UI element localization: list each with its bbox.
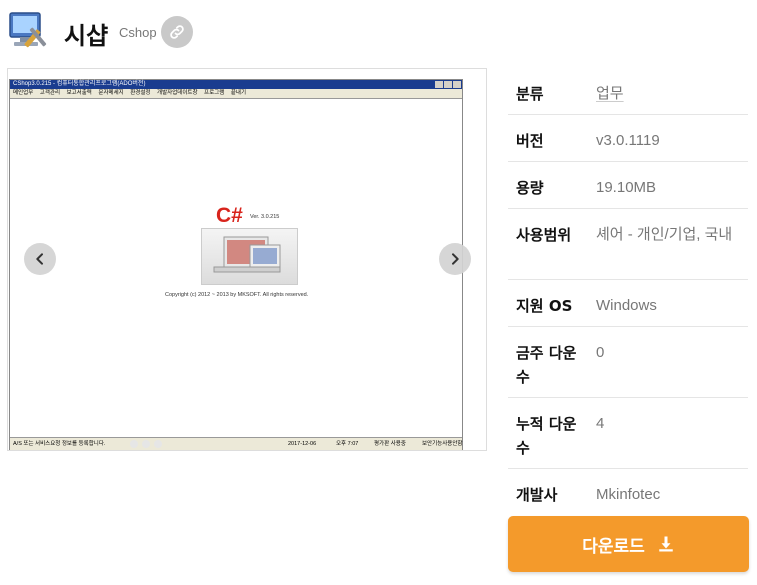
carousel-prev-button[interactable]: [24, 243, 56, 275]
preview-menu-item: 고객관리: [39, 90, 61, 96]
status-date: 2017-12-06: [288, 441, 317, 447]
info-label: 지원 OS: [516, 297, 573, 315]
splash-version: Ver. 3.0.215: [250, 214, 280, 220]
status-security: 보안기능사용안함: [422, 441, 463, 447]
info-value: 4: [596, 415, 605, 432]
window-controls: [435, 81, 461, 88]
info-value: Mkinfotec: [596, 486, 661, 503]
carousel-dot[interactable]: [154, 440, 162, 448]
copy-link-button[interactable]: [161, 16, 193, 48]
splash-laptop-image: [201, 228, 298, 285]
app-subtitle: Cshop: [119, 25, 157, 40]
info-value: v3.0.1119: [596, 132, 660, 149]
preview-window: CShop3.0.215 - 컴퓨터통합관리프로그램(ADO버전) 메인업무 고…: [9, 79, 463, 450]
info-label: 개발사: [516, 486, 558, 504]
info-label: 사용범위: [516, 226, 572, 244]
info-value: 0: [596, 344, 605, 361]
carousel-dot[interactable]: [130, 440, 138, 448]
preview-menu-bar: 메인업무 고객관리 보고서출력 문자메세지 환경설정 개발자업데이트창 프로그램…: [10, 89, 462, 98]
info-row-license: 사용범위 셰어 - 개인/기업, 국내: [508, 209, 748, 280]
preview-menu-item: 문자메세지: [98, 90, 124, 96]
preview-menu-item: 메인업무: [13, 90, 34, 96]
preview-status-bar: A/S 또는 서비스요청 정보를 등록합니다. 2017-12-06 오후 7:…: [10, 437, 462, 450]
category-link[interactable]: 업무: [588, 68, 748, 114]
chevron-left-icon: [36, 253, 43, 265]
info-value: Windows: [596, 297, 657, 314]
app-title: 시샵: [64, 22, 109, 50]
link-icon: [170, 25, 184, 39]
info-value: 셰어 - 개인/기업, 국내: [596, 226, 733, 243]
info-label: 용량: [516, 179, 544, 197]
download-icon: [659, 536, 673, 552]
info-row-version: 버전 v3.0.1119: [508, 115, 748, 162]
status-message: A/S 또는 서비스요청 정보를 등록합니다.: [13, 441, 106, 447]
chevron-right-icon: [452, 253, 459, 265]
info-value: 19.10MB: [596, 179, 657, 196]
download-button[interactable]: 다운로드: [508, 516, 749, 572]
preview-menu-item: 개발자업데이트창: [157, 90, 198, 96]
info-row-os: 지원 OS Windows: [508, 280, 748, 327]
preview-menu-item: 환경설정: [130, 90, 151, 96]
app-icon: [8, 10, 52, 52]
info-row-category: 분류 업무: [508, 68, 748, 115]
carousel-dot[interactable]: [142, 440, 150, 448]
info-label: 버전: [516, 132, 544, 150]
software-info-table: 분류 업무 버전 v3.0.1119 용량 19.10MB 사용범위 셰어 - …: [508, 68, 748, 516]
preview-menu-item: 보고서출력: [66, 90, 92, 96]
info-row-size: 용량 19.10MB: [508, 162, 748, 209]
download-label: 다운로드: [582, 536, 645, 557]
carousel-dots: [130, 440, 162, 448]
splash-copyright: Copyright (c) 2012 ~ 2013 by MKSOFT. All…: [165, 292, 309, 298]
splash-logo: C#: [216, 204, 243, 227]
preview-menu-item: 끝내기: [230, 90, 247, 96]
screenshot-carousel: CShop3.0.215 - 컴퓨터통합관리프로그램(ADO버전) 메인업무 고…: [7, 68, 487, 451]
preview-menu-item: 프로그램: [204, 90, 225, 96]
preview-window-title: CShop3.0.215 - 컴퓨터통합관리프로그램(ADO버전): [10, 80, 462, 89]
status-time: 오후 7:07: [336, 441, 359, 447]
info-label: 금주 다운수: [516, 344, 577, 386]
info-label: 누적 다운수: [516, 415, 577, 457]
info-row-developer: 개발사 Mkinfotec: [508, 469, 748, 516]
status-user: 평가판 사용중: [374, 441, 406, 447]
info-row-total-downloads: 누적 다운수 4: [508, 398, 748, 469]
info-row-weekly-downloads: 금주 다운수 0: [508, 327, 748, 398]
info-label: 분류: [516, 85, 544, 103]
carousel-next-button[interactable]: [439, 243, 471, 275]
